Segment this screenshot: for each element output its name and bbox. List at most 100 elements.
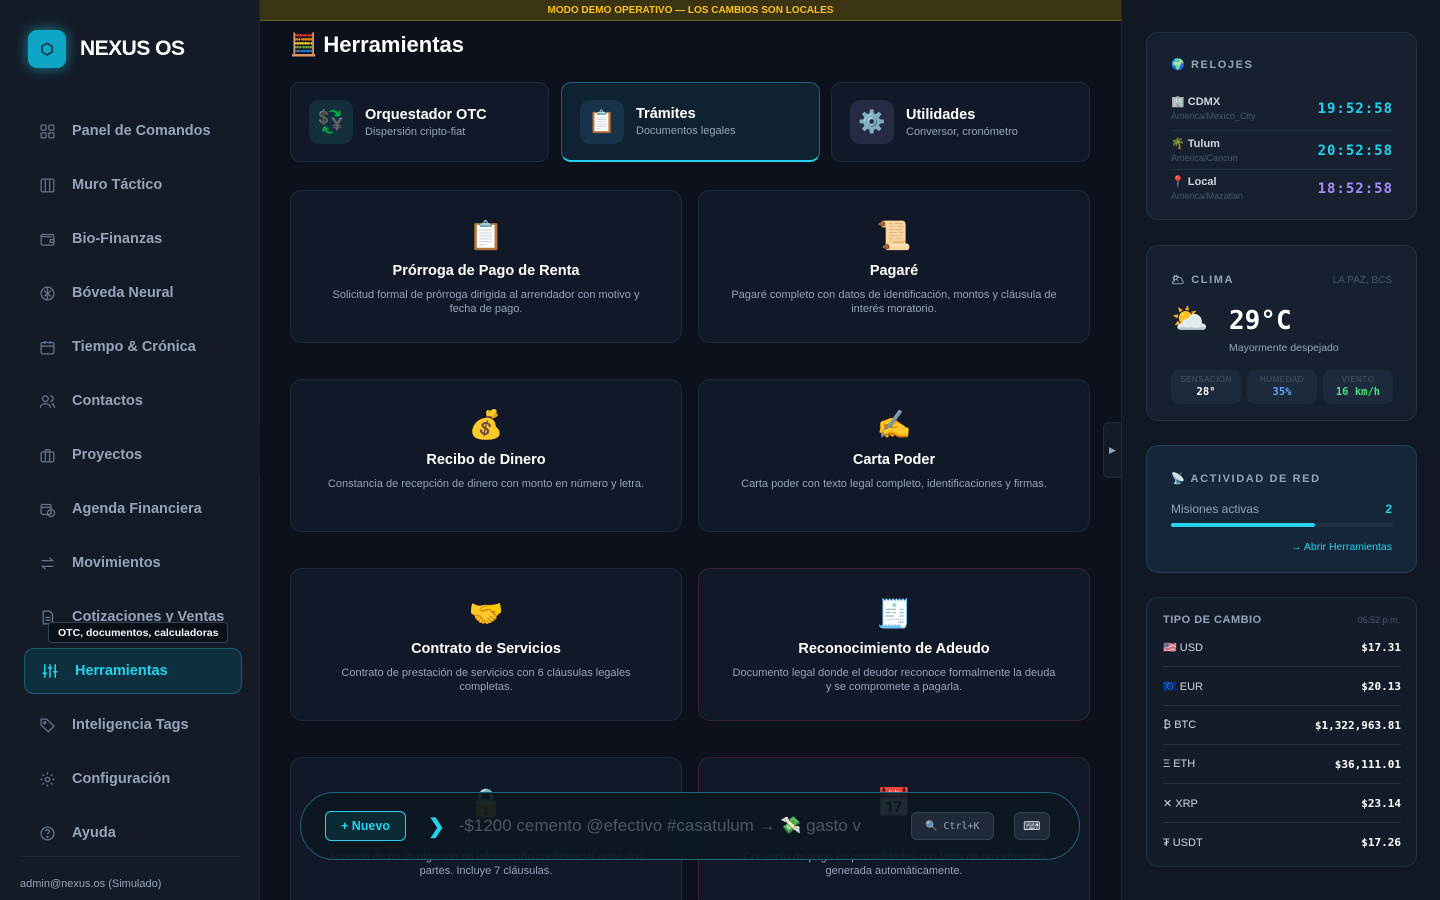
open-tools-link[interactable]: → Abrir Herramientas: [1291, 541, 1392, 553]
sidebar-item-herramientas[interactable]: Herramientas: [24, 648, 242, 694]
tab-title: Trámites: [636, 106, 696, 122]
fx-value: $36,111.01: [1334, 757, 1401, 771]
fx-row-usdt: ₮ USDT $17.26: [1163, 823, 1401, 862]
main-content: MODO DEMO OPERATIVO — LOS CAMBIOS SON LO…: [260, 0, 1121, 900]
tool-card-prorroga-renta[interactable]: 📋 Prórroga de Pago de Renta Solicitud fo…: [290, 190, 682, 343]
clock-divider: [1171, 169, 1393, 170]
sidebar-item-boveda-neural[interactable]: Bóveda Neural: [24, 270, 242, 316]
sidebar-item-contactos[interactable]: Contactos: [24, 378, 242, 424]
gear-icon: ⚙️: [850, 100, 894, 144]
sidebar-item-ayuda[interactable]: Ayuda: [24, 810, 242, 856]
sidebar-item-muro-tactico[interactable]: Muro Táctico: [24, 162, 242, 208]
chevron-right-icon: ❯: [427, 815, 445, 838]
fx-row-eur: 🇪🇺 EUR $20.13: [1163, 667, 1401, 706]
page-title-text: Herramientas: [323, 32, 465, 57]
command-input[interactable]: [458, 811, 899, 841]
network-label: Misiones activas: [1171, 502, 1260, 516]
tab-orquestador-otc[interactable]: 💱 Orquestador OTC Dispersión cripto-fiat: [290, 82, 549, 162]
briefcase-icon: [38, 446, 56, 464]
sidebar-item-label: Configuración: [72, 771, 171, 787]
sidebar-item-label: Muro Táctico: [72, 177, 163, 193]
weather-title-text: CLIMA: [1191, 274, 1235, 286]
sidebar-item-label: Proyectos: [72, 447, 143, 463]
tool-card-pagare[interactable]: 📜 Pagaré Pagaré completo con datos de id…: [698, 190, 1090, 343]
sidebar-item-bio-finanzas[interactable]: Bio-Finanzas: [24, 216, 242, 262]
tool-card-description: Documento legal donde el deudor reconoce…: [732, 667, 1056, 693]
clock-row-cdmx: 🏢 CDMX America/Mexico_City 19:52:58: [1171, 95, 1393, 133]
weather-location: LA PAZ, BCS: [1332, 275, 1392, 286]
page-title: 🧮 Herramientas: [290, 32, 464, 58]
keyboard-icon[interactable]: ⌨: [1013, 812, 1050, 840]
sidebar-item-label: Tiempo & Crónica: [72, 339, 196, 355]
currency-exchange-icon: 💱: [309, 100, 353, 144]
search-shortcut-button[interactable]: 🔍 Ctrl+K: [910, 812, 994, 840]
tool-card-title: Recibo de Dinero: [426, 452, 546, 468]
cloud-icon: 🌥: [1171, 274, 1187, 286]
new-button[interactable]: + Nuevo: [325, 811, 406, 841]
writing-hand-icon: ✍️: [876, 409, 912, 440]
tab-title: Utilidades: [906, 106, 976, 123]
fx-widget: TIPO DE CAMBIO 06:52 p.m. 🇺🇸 USD $17.31 🇪…: [1146, 597, 1417, 867]
tab-utilidades[interactable]: ⚙️ Utilidades Conversor, cronómetro: [831, 82, 1090, 162]
brand-name: NEXUS OS: [80, 37, 185, 60]
clocks-title-text: RELOJES: [1190, 59, 1254, 71]
tab-subtitle: Conversor, cronómetro: [906, 125, 1018, 138]
collapse-right-panel-button[interactable]: ▶: [1103, 422, 1121, 478]
tab-tramites[interactable]: 📋 Trámites Documentos legales: [561, 82, 820, 162]
tool-card-contrato-servicios[interactable]: 🤝 Contrato de Servicios Contrato de pres…: [290, 568, 682, 721]
brand[interactable]: ⬡ NEXUS OS: [28, 30, 185, 68]
weather-description: Mayormente despejado: [1229, 342, 1339, 354]
user-account[interactable]: admin@nexus.os (Simulado): [20, 878, 161, 890]
help-icon: [38, 824, 56, 842]
tool-card-title: Reconocimiento de Adeudo: [798, 641, 990, 657]
weather-title: 🌥 CLIMA: [1171, 273, 1234, 286]
weather-humidity: HUMEDAD 35%: [1247, 370, 1317, 404]
fx-row-btc: ₿ BTC $1,322,963.81: [1163, 706, 1401, 745]
stat-value: 16 km/h: [1335, 386, 1381, 398]
fx-value: $17.31: [1361, 640, 1401, 654]
sidebar-item-label: Agenda Financiera: [72, 501, 202, 517]
sidebar-item-label: Panel de Comandos: [72, 123, 211, 139]
fx-code: Ξ ETH: [1163, 758, 1196, 770]
sidebar-item-movimientos[interactable]: Movimientos: [24, 540, 242, 586]
command-bar: + Nuevo ❯ 🔍 Ctrl+K ⌨: [300, 792, 1080, 860]
tool-card-description: Pagaré completo con datos de identificac…: [731, 289, 1057, 315]
clocks-title: 🌍 RELOJES: [1171, 58, 1254, 71]
sidebar-item-label: Ayuda: [72, 825, 116, 841]
grid-icon: [38, 122, 56, 140]
stat-label: VIENTO: [1341, 375, 1375, 384]
sliders-icon: [41, 662, 59, 680]
building-icon: 🏢: [1171, 96, 1185, 108]
sidebar-item-agenda-financiera[interactable]: Agenda Financiera: [24, 486, 242, 532]
tool-card-reconocimiento-adeudo[interactable]: 🧾 Reconocimiento de Adeudo Documento leg…: [698, 568, 1090, 721]
brand-logo-icon: ⬡: [28, 30, 66, 68]
clock-time: 19:52:58: [1317, 101, 1393, 117]
pin-icon: 📍: [1171, 176, 1185, 188]
demo-banner: MODO DEMO OPERATIVO — LOS CAMBIOS SON LO…: [260, 0, 1121, 21]
calendar-icon: [38, 338, 56, 356]
tool-card-description: Solicitud formal de prórroga dirigida al…: [332, 289, 640, 315]
fx-code: ₮ USDT: [1163, 836, 1203, 849]
tool-card-title: Pagaré: [869, 263, 919, 279]
tab-subtitle: Documentos legales: [636, 125, 736, 137]
clock-row-local: 📍 Local America/Mazatlan 18:52:58: [1171, 175, 1393, 213]
tool-card-description: Carta poder con texto legal completo, id…: [741, 478, 1047, 490]
sidebar-item-inteligencia-tags[interactable]: Inteligencia Tags: [24, 702, 242, 748]
fx-value: $17.26: [1361, 836, 1401, 849]
wallet-icon: [38, 230, 56, 248]
sidebar-item-proyectos[interactable]: Proyectos: [24, 432, 242, 478]
tool-card-carta-poder[interactable]: ✍️ Carta Poder Carta poder con texto leg…: [698, 379, 1090, 532]
network-widget: 📡 ACTIVIDAD DE RED Misiones activas 2 → …: [1146, 445, 1417, 573]
network-title: 📡 ACTIVIDAD DE RED: [1171, 472, 1321, 485]
clock-time: 18:52:58: [1317, 181, 1393, 197]
satellite-icon: 📡: [1171, 473, 1187, 485]
tool-card-title: Prórroga de Pago de Renta: [392, 263, 580, 279]
network-title-text: ACTIVIDAD DE RED: [1190, 473, 1321, 485]
sidebar-item-label: Inteligencia Tags: [72, 717, 189, 733]
sidebar-item-configuracion[interactable]: Configuración: [24, 756, 242, 802]
sidebar-item-panel-de-comandos[interactable]: Panel de Comandos: [24, 108, 242, 154]
sidebar-item-tiempo-cronica[interactable]: Tiempo & Crónica: [24, 324, 242, 370]
tool-card-recibo-dinero[interactable]: 💰 Recibo de Dinero Constancia de recepci…: [290, 379, 682, 532]
money-bag-icon: 💰: [468, 409, 504, 440]
tool-card-description: Constancia de recepción de dinero con mo…: [327, 478, 645, 490]
